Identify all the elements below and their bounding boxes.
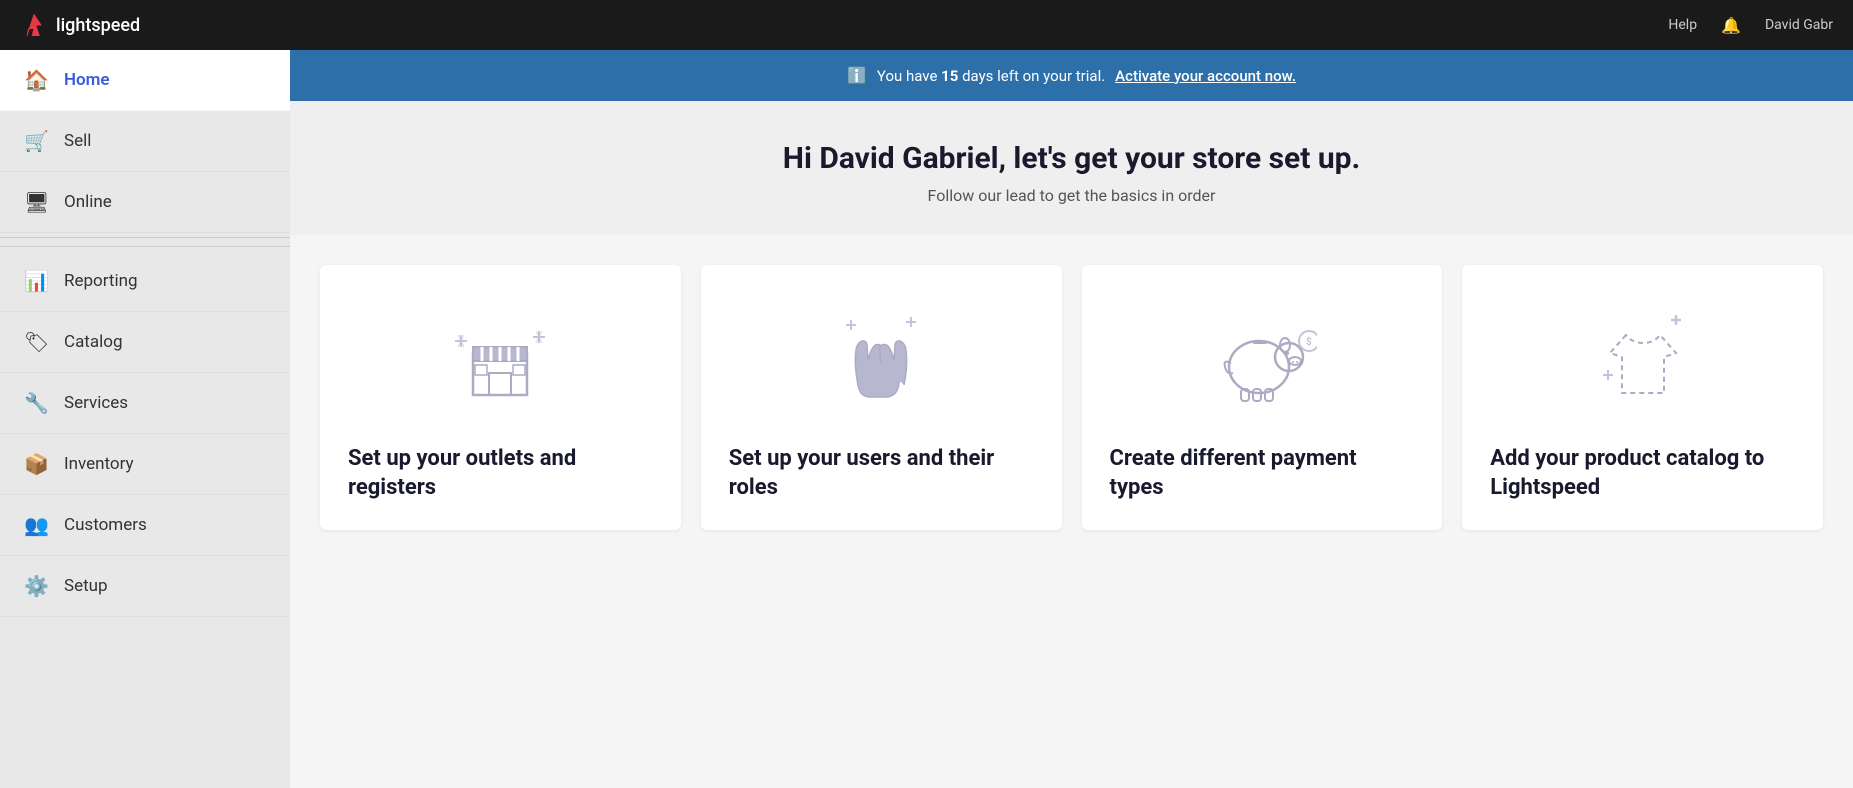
card-users-illustration [729, 295, 1034, 425]
sidebar-label-inventory: Inventory [64, 454, 134, 474]
sidebar-label-sell: Sell [64, 131, 91, 151]
sidebar-item-home[interactable]: 🏠 Home [0, 50, 290, 111]
online-icon: 🖥 [24, 190, 48, 214]
setup-icon: ⚙️ [24, 574, 48, 598]
card-outlets-title: Set up your outlets and registers [348, 445, 653, 502]
sidebar-item-online[interactable]: 🖥 Online [0, 172, 290, 233]
hands-icon [826, 305, 936, 415]
card-payments-title: Create different payment types [1110, 445, 1415, 502]
inventory-icon: 📦 [24, 452, 48, 476]
services-icon: 🔧 [24, 391, 48, 415]
sidebar-item-setup[interactable]: ⚙️ Setup [0, 556, 290, 617]
card-catalog-title: Add your product catalog to Lightspeed [1490, 445, 1795, 502]
catalog-icon: 🏷 [24, 330, 48, 354]
page-content: Hi David Gabriel, let's get your store s… [290, 101, 1853, 788]
card-catalog[interactable]: Add your product catalog to Lightspeed [1462, 265, 1823, 530]
sidebar-item-catalog[interactable]: 🏷 Catalog [0, 312, 290, 373]
sidebar-item-reporting[interactable]: 📊 Reporting [0, 251, 290, 312]
sell-icon: 🛒 [24, 129, 48, 153]
card-catalog-illustration [1490, 295, 1795, 425]
user-menu[interactable]: David Gabr [1765, 17, 1833, 33]
sidebar-divider-2 [0, 237, 290, 238]
welcome-title: Hi David Gabriel, let's get your store s… [310, 141, 1833, 176]
trial-days: 15 [941, 67, 958, 85]
piggy-bank-icon: $ [1207, 305, 1317, 415]
topbar: lightspeed Help 🔔 David Gabr [0, 0, 1853, 50]
sidebar-divider [0, 246, 290, 247]
customers-icon: 👥 [24, 513, 48, 537]
notification-bell-icon[interactable]: 🔔 [1721, 16, 1741, 35]
sidebar-label-online: Online [64, 192, 112, 212]
sidebar-label-services: Services [64, 393, 128, 413]
store-icon [445, 305, 555, 415]
home-icon: 🏠 [24, 68, 48, 92]
sidebar-label-catalog: Catalog [64, 332, 123, 352]
welcome-section: Hi David Gabriel, let's get your store s… [290, 101, 1853, 235]
sidebar-item-services[interactable]: 🔧 Services [0, 373, 290, 434]
shirt-icon [1588, 305, 1698, 415]
sidebar-label-setup: Setup [64, 576, 108, 596]
content-area: ℹ️ You have 15 days left on your trial. … [290, 50, 1853, 788]
sidebar-label-reporting: Reporting [64, 271, 138, 291]
svg-text:$: $ [1306, 335, 1312, 348]
card-outlets[interactable]: Set up your outlets and registers [320, 265, 681, 530]
topbar-right: Help 🔔 David Gabr [1668, 16, 1833, 35]
sidebar-label-home: Home [64, 70, 110, 90]
main-layout: 🏠 Home 🛒 Sell 🖥 Online 📊 Reporting 🏷 Catalog 🔧 Serv… [0, 50, 1853, 788]
activate-link[interactable]: Activate your account now. [1115, 67, 1296, 85]
welcome-subtitle: Follow our lead to get the basics in ord… [310, 186, 1833, 205]
sidebar-item-customers[interactable]: 👥 Customers [0, 495, 290, 556]
lightspeed-logo-icon [20, 11, 48, 39]
card-payments[interactable]: $ Create different payment types [1082, 265, 1443, 530]
info-icon: ℹ️ [847, 66, 867, 85]
card-payments-illustration: $ [1110, 295, 1415, 425]
cards-section: Set up your outlets and registers [290, 235, 1853, 550]
card-users[interactable]: Set up your users and their roles [701, 265, 1062, 530]
card-users-title: Set up your users and their roles [729, 445, 1034, 502]
card-outlets-illustration [348, 295, 653, 425]
sidebar-label-customers: Customers [64, 515, 147, 535]
help-link[interactable]: Help [1668, 17, 1697, 33]
trial-message: You have 15 days left on your trial. [877, 67, 1105, 85]
logo[interactable]: lightspeed [20, 11, 140, 39]
logo-text: lightspeed [56, 15, 140, 36]
trial-banner: ℹ️ You have 15 days left on your trial. … [290, 50, 1853, 101]
sidebar-item-sell[interactable]: 🛒 Sell [0, 111, 290, 172]
sidebar-item-inventory[interactable]: 📦 Inventory [0, 434, 290, 495]
sidebar: 🏠 Home 🛒 Sell 🖥 Online 📊 Reporting 🏷 Catalog 🔧 Serv… [0, 50, 290, 788]
reporting-icon: 📊 [24, 269, 48, 293]
